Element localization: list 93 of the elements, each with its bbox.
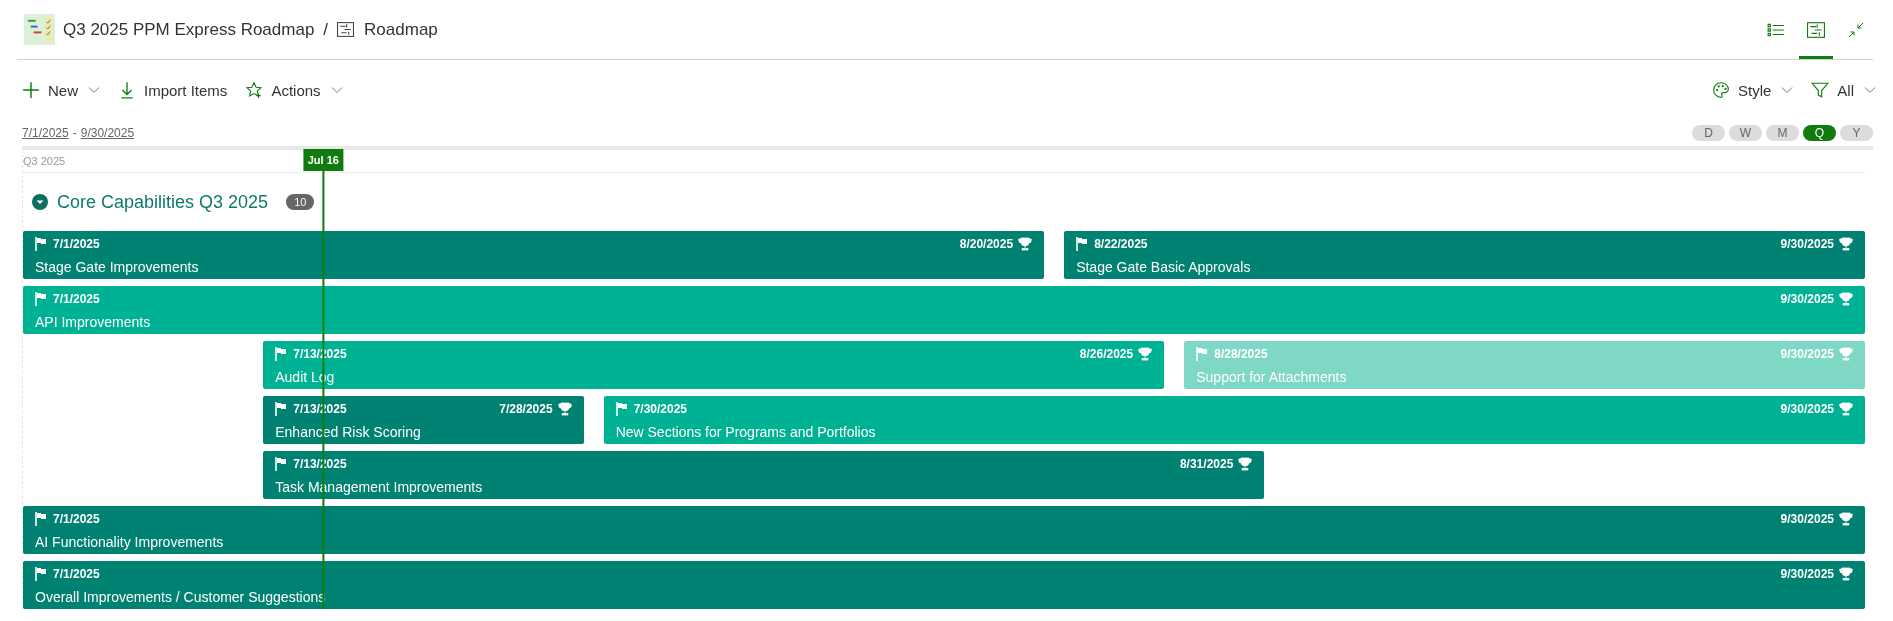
- trophy-icon: [1138, 347, 1153, 361]
- end-date: 8/20/2025: [959, 237, 1014, 251]
- zoom-scale-button[interactable]: D: [1692, 125, 1725, 141]
- roadmap-bar[interactable]: 8/22/2025 9/30/2025 Stage Gate Basic Approvals: [1064, 231, 1865, 279]
- roadmap-bar[interactable]: 7/1/2025 9/30/2025 AI Functionality Improvements: [23, 506, 1865, 554]
- plus-icon: [22, 81, 40, 99]
- roadmap-bar[interactable]: 7/13/2025 8/26/2025 Audit Log: [263, 341, 1165, 389]
- flag-icon: [1196, 347, 1209, 361]
- end-date: 9/30/2025: [1780, 567, 1834, 581]
- start-date: 7/1/2025: [53, 292, 100, 306]
- bar-title: Stage Gate Basic Approvals: [1076, 259, 1252, 275]
- trophy-icon: [1839, 347, 1853, 361]
- project-title[interactable]: Q3 2025 PPM Express Roadmap: [63, 19, 315, 40]
- collapse-arrows-icon: [1847, 21, 1865, 38]
- range-end-link[interactable]: 9/30/2025: [80, 126, 135, 140]
- item-count-badge: 10: [286, 194, 315, 210]
- chevron-down-icon: [1864, 86, 1876, 94]
- filter-icon: [1811, 81, 1830, 99]
- bar-title: New Sections for Programs and Portfolios: [615, 424, 877, 440]
- zoom-scale-button[interactable]: Q: [1803, 125, 1836, 141]
- star-icon: [245, 81, 264, 99]
- flag-icon: [1076, 237, 1089, 251]
- end-date: 8/26/2025: [1079, 347, 1134, 361]
- list-icon: [1767, 21, 1785, 38]
- plus-menu-button[interactable]: New: [20, 79, 102, 101]
- trophy-icon: [1839, 567, 1853, 581]
- start-date: 7/1/2025: [53, 237, 100, 251]
- roadmap-bar[interactable]: 7/1/2025 8/20/2025 Stage Gate Improvements: [23, 231, 1045, 279]
- end-date: 9/30/2025: [1780, 347, 1834, 361]
- filter-menu-button[interactable]: All: [1809, 79, 1878, 101]
- end-date: 9/30/2025: [1780, 292, 1834, 306]
- star-menu-button[interactable]: Actions: [243, 79, 345, 101]
- range-start-link[interactable]: 7/1/2025: [22, 126, 69, 140]
- flag-icon: [35, 292, 47, 306]
- bar-title: Task Management Improvements: [275, 479, 484, 495]
- start-date: 7/13/2025: [293, 347, 347, 361]
- palette-icon: [1711, 81, 1730, 99]
- palette-menu-button[interactable]: Style: [1709, 79, 1796, 101]
- start-date: 7/13/2025: [293, 457, 347, 471]
- download-arrow-icon: [118, 81, 136, 99]
- app-logo-icon: [24, 14, 55, 45]
- bar-title: API Improvements: [35, 314, 152, 330]
- bar-title: Support for Attachments: [1196, 369, 1348, 385]
- zoom-scale-button[interactable]: W: [1729, 125, 1762, 141]
- zoom-scale-button[interactable]: Y: [1840, 125, 1873, 141]
- trophy-icon: [1018, 237, 1033, 251]
- trophy-icon: [1839, 402, 1853, 416]
- flag-icon: [275, 402, 288, 416]
- flag-icon: [35, 237, 47, 251]
- end-date: 8/31/2025: [1179, 457, 1234, 471]
- page-title: Roadmap: [364, 19, 438, 40]
- chevron-down-icon: [88, 86, 100, 94]
- roadmap-bar[interactable]: 7/13/2025 8/31/2025 Task Management Improvements: [263, 451, 1265, 499]
- bar-title: Stage Gate Improvements: [35, 259, 200, 275]
- zoom-scale-button[interactable]: M: [1766, 125, 1799, 141]
- group-title: Core Capabilities Q3 2025: [57, 191, 269, 213]
- end-date: 9/30/2025: [1780, 237, 1834, 251]
- bar-title: Overall Improvements / Customer Suggestions: [35, 589, 327, 605]
- bar-title: Enhanced Risk Scoring: [275, 424, 422, 440]
- start-date: 8/22/2025: [1094, 237, 1148, 251]
- trophy-icon: [557, 402, 572, 416]
- trophy-icon: [1839, 512, 1853, 526]
- trophy-icon: [1839, 237, 1853, 251]
- end-date: 9/30/2025: [1780, 512, 1834, 526]
- flag-icon: [275, 457, 288, 471]
- start-date: 8/28/2025: [1214, 347, 1268, 361]
- flag-icon: [275, 347, 288, 361]
- bar-title: AI Functionality Improvements: [35, 534, 225, 550]
- start-date: 7/30/2025: [633, 402, 687, 416]
- start-date: 7/1/2025: [53, 567, 100, 581]
- flag-icon: [35, 567, 47, 581]
- range-dash: -: [72, 126, 77, 140]
- roadmap-icon: [1807, 21, 1825, 38]
- roadmap-bar[interactable]: 7/1/2025 9/30/2025 API Improvements: [23, 286, 1865, 334]
- roadmap-bar[interactable]: 7/1/2025 9/30/2025 Overall Improvements / Customer Suggestions: [23, 561, 1865, 609]
- today-marker-label: Jul 16: [303, 149, 343, 171]
- import-menu-button[interactable]: Import Items: [116, 79, 230, 101]
- trophy-icon: [1238, 457, 1253, 471]
- chevron-down-icon: [330, 86, 343, 94]
- chevron-down-icon: [1781, 86, 1794, 94]
- roadmap-icon: [337, 22, 355, 37]
- bar-title: Audit Log: [275, 369, 336, 385]
- trophy-icon: [1839, 292, 1853, 306]
- expand-toggle-icon[interactable]: [32, 194, 48, 210]
- end-date: 9/30/2025: [1780, 402, 1834, 416]
- start-date: 7/13/2025: [293, 402, 347, 416]
- flag-icon: [35, 512, 47, 526]
- start-date: 7/1/2025: [53, 512, 100, 526]
- flag-icon: [615, 402, 628, 416]
- roadmap-bar[interactable]: 7/30/2025 9/30/2025 New Sections for Programs and Portfolios: [603, 396, 1865, 444]
- roadmap-bar[interactable]: 7/13/2025 7/28/2025 Enhanced Risk Scoring: [263, 396, 584, 444]
- breadcrumb-separator: /: [323, 19, 329, 40]
- end-date: 7/28/2025: [499, 402, 553, 416]
